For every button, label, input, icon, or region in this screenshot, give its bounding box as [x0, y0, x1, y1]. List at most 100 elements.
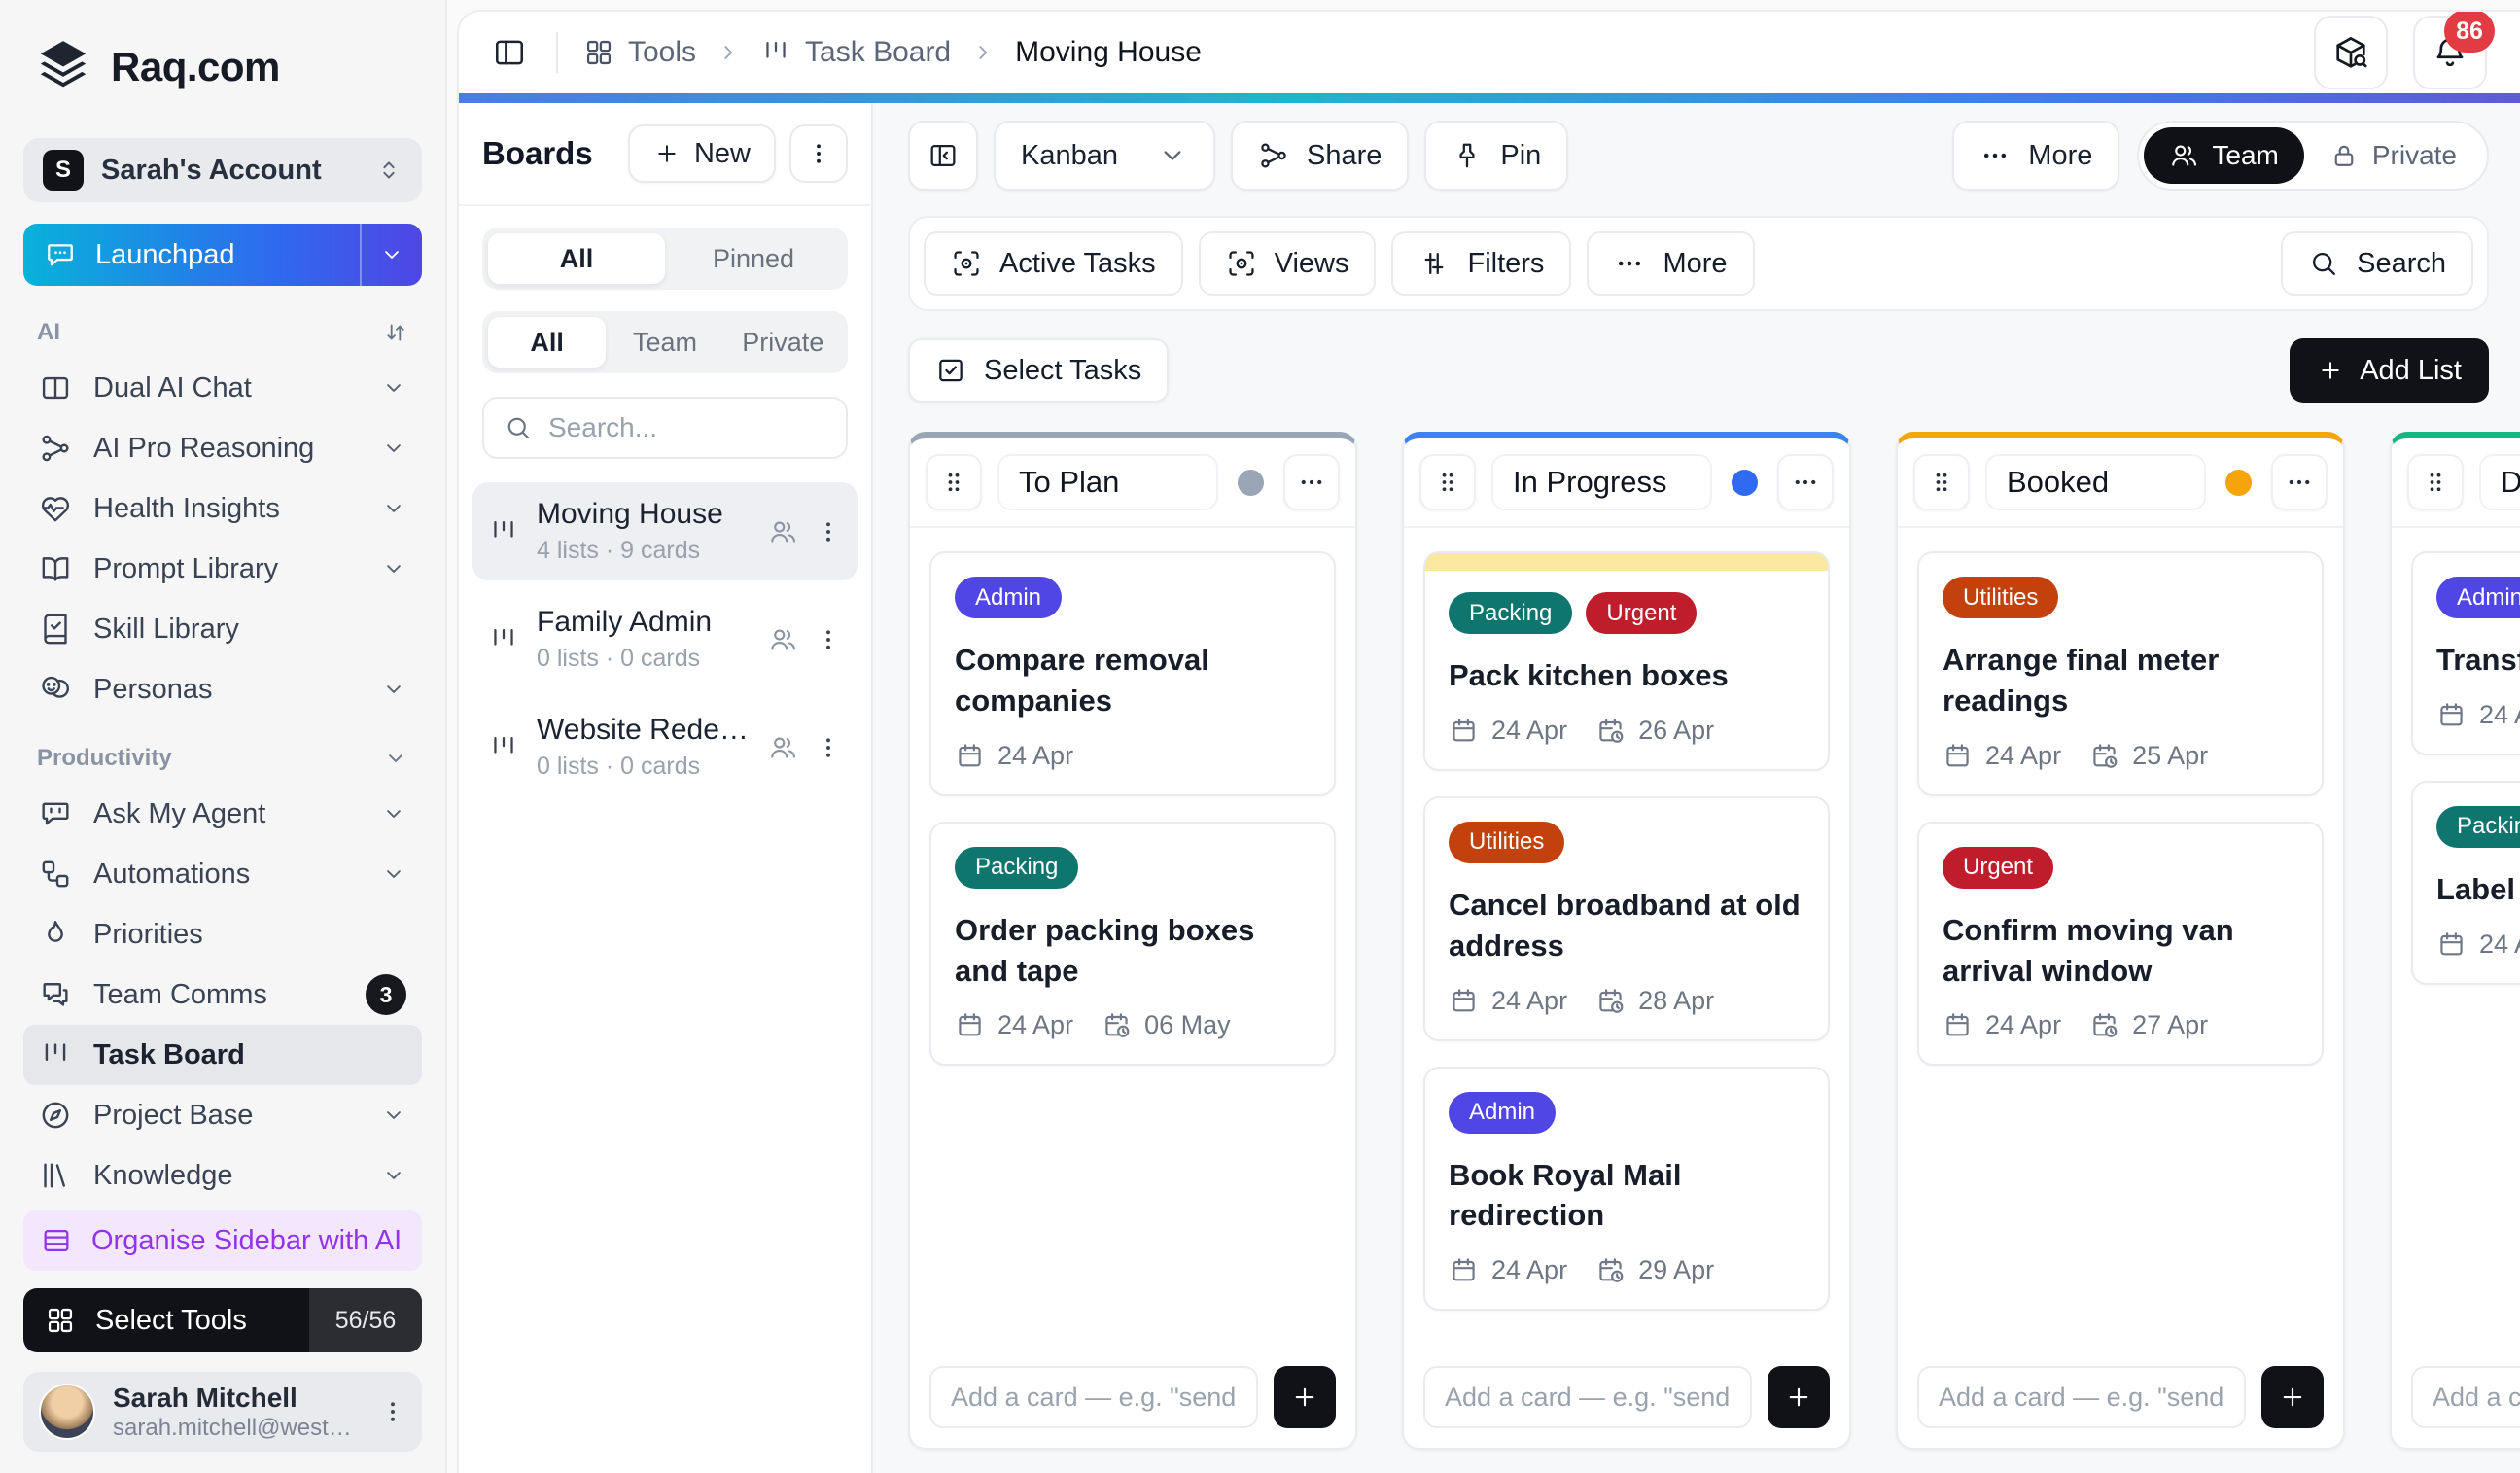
breadcrumb-task-board[interactable]: Task Board	[760, 36, 951, 69]
breadcrumb-label: Moving House	[1015, 36, 1202, 68]
tab-pinned[interactable]: Pinned	[665, 233, 842, 284]
add-card-input[interactable]	[2411, 1366, 2520, 1428]
sidebar-item-ask-my-agent[interactable]: Ask My Agent	[23, 784, 422, 844]
select-tools-button[interactable]: Select Tools 56/56	[23, 1288, 422, 1353]
add-card-button[interactable]	[1768, 1366, 1830, 1428]
sidebar-item-health-insights[interactable]: Health Insights	[23, 478, 422, 539]
task-card[interactable]: Admin Transfer c 24 Apr	[2411, 551, 2520, 755]
column-menu-button[interactable]	[1283, 454, 1340, 510]
task-card[interactable]: Utilities Cancel broadband at old address…	[1423, 795, 1830, 1041]
search-button[interactable]: Search	[2281, 231, 2473, 296]
sidebar-item-ai-pro-reasoning[interactable]: AI Pro Reasoning	[23, 418, 422, 478]
sidebar-item-knowledge[interactable]: Knowledge	[23, 1145, 422, 1206]
launchpad-main[interactable]: Launchpad	[23, 224, 360, 286]
breadcrumb-tools[interactable]: Tools	[583, 36, 696, 69]
section-header-productivity: Productivity	[23, 719, 422, 784]
sidebar-item-skill-library[interactable]: Skill Library	[23, 599, 422, 659]
unread-count-badge: 3	[366, 974, 406, 1015]
column-title[interactable]: To Plan	[998, 454, 1218, 510]
column-title[interactable]: Done	[2479, 454, 2520, 510]
sidebar-item-task-board[interactable]: Task Board	[23, 1025, 422, 1085]
column-menu-button[interactable]	[2271, 454, 2328, 510]
avatar	[39, 1384, 95, 1441]
user-email: sarah.mitchell@westbur...	[113, 1415, 362, 1441]
board-item-moving-house[interactable]: Moving House 4 lists · 9 cards	[472, 482, 858, 580]
sidebar-item-automations[interactable]: Automations	[23, 844, 422, 904]
sidebar-item-team-comms[interactable]: Team Comms 3	[23, 964, 422, 1025]
card-label-utilities: Utilities	[1449, 821, 1565, 863]
tab-private[interactable]: Private	[724, 317, 842, 368]
card-label-urgent: Urgent	[1586, 592, 1698, 634]
kebab-menu-icon[interactable]	[379, 1398, 406, 1425]
column-drag-handle[interactable]	[2407, 454, 2464, 510]
column-drag-handle[interactable]	[1419, 454, 1476, 510]
filter-button-filters[interactable]: Filters	[1391, 231, 1572, 296]
new-board-button[interactable]: New	[627, 124, 776, 183]
sidebar-toggle-button[interactable]	[488, 31, 531, 74]
select-tasks-button[interactable]: Select Tasks	[908, 338, 1170, 403]
package-search-button[interactable]	[2314, 16, 2388, 89]
boards-search-input[interactable]	[548, 412, 826, 443]
filter-button-active-tasks[interactable]: Active Tasks	[924, 231, 1183, 296]
column-menu-button[interactable]	[1777, 454, 1834, 510]
card-label-admin: Admin	[955, 577, 1063, 618]
column-drag-handle[interactable]	[1913, 454, 1970, 510]
filter-button-label: Views	[1274, 247, 1349, 279]
task-card[interactable]: Packing Label stor 24 Apr	[2411, 780, 2520, 985]
collapse-panel-button[interactable]	[908, 121, 978, 191]
launchpad-button[interactable]: Launchpad	[23, 224, 422, 286]
column-title[interactable]: Booked	[1985, 454, 2206, 510]
add-list-button[interactable]: Add List	[2290, 338, 2489, 403]
task-card[interactable]: Urgent Confirm moving van arrival window 2…	[1917, 821, 2324, 1067]
notifications-button[interactable]: 86	[2413, 12, 2495, 89]
board-item-website-redesign-ta[interactable]: Website Redesign Ta... 0 lists · 0 cards	[472, 698, 858, 796]
card-dates: 24 Apr 25 Apr	[1942, 741, 2298, 771]
column-drag-handle[interactable]	[926, 454, 982, 510]
task-card[interactable]: Packing Urgent Pack kitchen boxes 24 Apr 26 …	[1423, 551, 1830, 771]
launchpad-expand[interactable]	[360, 224, 422, 286]
column-title[interactable]: In Progress	[1491, 454, 1712, 510]
visibility-private[interactable]: Private	[2304, 127, 2482, 184]
sidebar-item-label: Project Base	[93, 1099, 254, 1131]
add-card-input[interactable]	[1917, 1366, 2246, 1428]
book-check-icon	[39, 613, 72, 646]
add-card-button[interactable]	[1274, 1366, 1336, 1428]
more-button[interactable]: More	[1952, 121, 2120, 191]
check-square-icon	[935, 355, 966, 386]
breadcrumb-moving-house[interactable]: Moving House	[1015, 36, 1202, 69]
sidebar-item-priorities[interactable]: Priorities	[23, 904, 422, 964]
board-meta: 4 lists · 9 cards	[537, 537, 701, 564]
tab-all[interactable]: All	[488, 233, 665, 284]
task-card[interactable]: Admin Book Royal Mail redirection 24 Apr 29…	[1423, 1066, 1830, 1312]
share-button[interactable]: Share	[1231, 121, 1410, 191]
tab-team[interactable]: Team	[606, 317, 723, 368]
visibility-team[interactable]: Team	[2144, 127, 2304, 184]
filter-button-views[interactable]: Views	[1198, 231, 1377, 296]
add-card-input[interactable]	[1423, 1366, 1752, 1428]
user-card[interactable]: Sarah Mitchell sarah.mitchell@westbur...	[23, 1372, 422, 1452]
start-date: 24 Apr	[1491, 985, 1568, 1015]
board-item-family-admin[interactable]: Family Admin 0 lists · 0 cards	[472, 590, 858, 688]
tab-all[interactable]: All	[488, 317, 607, 368]
add-card-button[interactable]	[2261, 1366, 2324, 1428]
task-card[interactable]: Utilities Arrange final meter readings 24 …	[1917, 551, 2324, 796]
sidebar-item-dual-ai-chat[interactable]: Dual AI Chat	[23, 358, 422, 418]
filter-button-more[interactable]: More	[1587, 231, 1755, 296]
account-switcher[interactable]: S Sarah's Account	[23, 138, 422, 202]
sidebar-item-prompt-library[interactable]: Prompt Library	[23, 539, 422, 599]
column-color-dot	[1238, 469, 1264, 496]
task-card[interactable]: Admin Compare removal companies 24 Apr	[929, 551, 1336, 796]
add-list-label: Add List	[2360, 354, 2462, 386]
view-mode-dropdown[interactable]: Kanban	[994, 121, 1215, 191]
select-tools-label: Select Tools	[95, 1304, 247, 1336]
select-tools-main[interactable]: Select Tools	[23, 1288, 309, 1352]
sidebar: Raq.com S Sarah's Account Launchpad AI Du…	[0, 0, 447, 1473]
sidebar-item-personas[interactable]: Personas	[23, 659, 422, 719]
boards-menu-button[interactable]	[789, 124, 848, 183]
add-card-input[interactable]	[929, 1366, 1258, 1428]
task-card[interactable]: Packing Order packing boxes and tape 24 Ap…	[929, 821, 1336, 1067]
card-dates: 24 Apr 27 Apr	[1942, 1010, 2298, 1040]
pin-button[interactable]: Pin	[1424, 121, 1569, 191]
sidebar-item-project-base[interactable]: Project Base	[23, 1085, 422, 1145]
organise-sidebar-button[interactable]: Organise Sidebar with AI	[23, 1210, 422, 1272]
